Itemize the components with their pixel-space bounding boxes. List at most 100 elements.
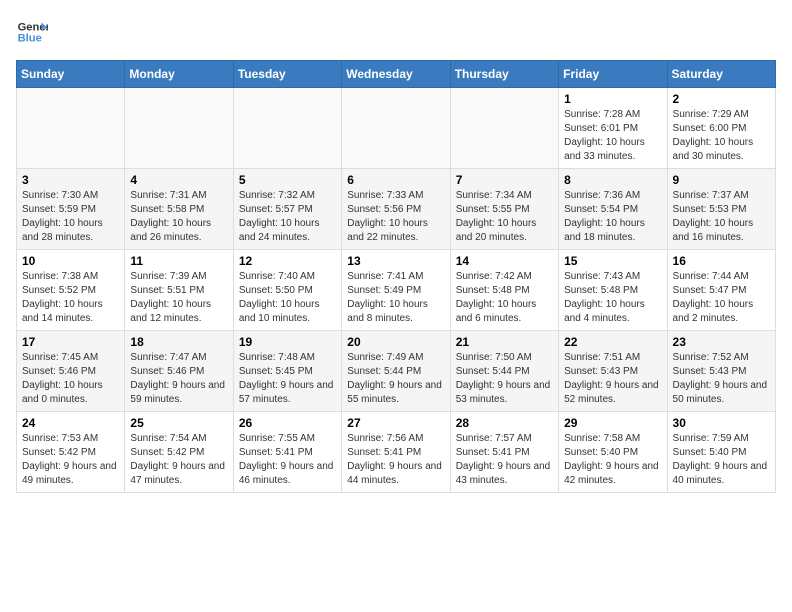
week-row-3: 10 Sunrise: 7:38 AM Sunset: 5:52 PM Dayli… [17,250,776,331]
day-info: Sunrise: 7:38 AM Sunset: 5:52 PM Dayligh… [22,270,119,326]
calendar-cell: 18 Sunrise: 7:47 AM Sunset: 5:46 PM Dayli… [125,331,233,412]
calendar-cell: 7Sunrise: 7:34 AM Sunset: 5:55 PM Daylig… [450,169,558,250]
svg-text:Blue: Blue [18,33,42,45]
calendar-cell: 1 Sunrise: 7:28 AM Sunset: 6:01 PM Daylig… [559,88,667,169]
calendar-cell [125,88,233,169]
day-number: 27 [347,416,444,430]
weekday-header-monday: Monday [125,61,233,88]
calendar-cell: 27 Sunrise: 7:56 AM Sunset: 5:41 PM Dayli… [342,412,450,493]
week-row-1: 1 Sunrise: 7:28 AM Sunset: 6:01 PM Daylig… [17,88,776,169]
day-number: 28 [456,416,553,430]
day-info: Sunrise: 7:43 AM Sunset: 5:48 PM Dayligh… [564,270,661,326]
calendar-cell: 30 Sunrise: 7:59 AM Sunset: 5:40 PM Dayli… [667,412,775,493]
weekday-header-wednesday: Wednesday [342,61,450,88]
day-info: Sunrise: 7:30 AM Sunset: 5:59 PM Dayligh… [22,189,119,245]
calendar-cell [17,88,125,169]
day-number: 19 [239,335,336,349]
calendar-cell: 20Sunrise: 7:49 AM Sunset: 5:44 PM Dayli… [342,331,450,412]
day-number: 15 [564,254,661,268]
week-row-5: 24Sunrise: 7:53 AM Sunset: 5:42 PM Dayli… [17,412,776,493]
day-info: Sunrise: 7:31 AM Sunset: 5:58 PM Dayligh… [130,189,227,245]
calendar-cell: 29 Sunrise: 7:58 AM Sunset: 5:40 PM Dayli… [559,412,667,493]
day-number: 8 [564,173,661,187]
day-info: Sunrise: 7:40 AM Sunset: 5:50 PM Dayligh… [239,270,336,326]
day-number: 11 [130,254,227,268]
calendar-cell: 21 Sunrise: 7:50 AM Sunset: 5:44 PM Dayli… [450,331,558,412]
calendar-cell [450,88,558,169]
day-number: 4 [130,173,227,187]
day-number: 12 [239,254,336,268]
day-number: 16 [673,254,770,268]
day-info: Sunrise: 7:32 AM Sunset: 5:57 PM Dayligh… [239,189,336,245]
calendar-header: SundayMondayTuesdayWednesdayThursdayFrid… [17,61,776,88]
calendar-cell: 5 Sunrise: 7:32 AM Sunset: 5:57 PM Daylig… [233,169,341,250]
day-number: 29 [564,416,661,430]
calendar-cell: 6 Sunrise: 7:33 AM Sunset: 5:56 PM Daylig… [342,169,450,250]
day-number: 10 [22,254,119,268]
calendar-cell: 28 Sunrise: 7:57 AM Sunset: 5:41 PM Dayli… [450,412,558,493]
calendar-table: SundayMondayTuesdayWednesdayThursdayFrid… [16,60,776,493]
day-number: 21 [456,335,553,349]
day-number: 5 [239,173,336,187]
day-info: Sunrise: 7:55 AM Sunset: 5:41 PM Dayligh… [239,432,336,488]
day-info: Sunrise: 7:34 AM Sunset: 5:55 PM Dayligh… [456,189,553,245]
day-info: Sunrise: 7:39 AM Sunset: 5:51 PM Dayligh… [130,270,227,326]
day-info: Sunrise: 7:47 AM Sunset: 5:46 PM Dayligh… [130,351,227,407]
day-number: 26 [239,416,336,430]
weekday-header-tuesday: Tuesday [233,61,341,88]
day-info: Sunrise: 7:58 AM Sunset: 5:40 PM Dayligh… [564,432,661,488]
calendar-cell: 11 Sunrise: 7:39 AM Sunset: 5:51 PM Dayli… [125,250,233,331]
day-number: 30 [673,416,770,430]
calendar-cell: 3 Sunrise: 7:30 AM Sunset: 5:59 PM Daylig… [17,169,125,250]
calendar-cell: 22 Sunrise: 7:51 AM Sunset: 5:43 PM Dayli… [559,331,667,412]
weekday-header-saturday: Saturday [667,61,775,88]
weekday-header-friday: Friday [559,61,667,88]
calendar-cell [342,88,450,169]
day-info: Sunrise: 7:36 AM Sunset: 5:54 PM Dayligh… [564,189,661,245]
calendar-cell: 14Sunrise: 7:42 AM Sunset: 5:48 PM Dayli… [450,250,558,331]
calendar-cell: 19 Sunrise: 7:48 AM Sunset: 5:45 PM Dayli… [233,331,341,412]
day-number: 2 [673,92,770,106]
day-info: Sunrise: 7:53 AM Sunset: 5:42 PM Dayligh… [22,432,119,488]
day-number: 3 [22,173,119,187]
calendar-cell: 12 Sunrise: 7:40 AM Sunset: 5:50 PM Dayli… [233,250,341,331]
day-info: Sunrise: 7:28 AM Sunset: 6:01 PM Dayligh… [564,108,661,164]
calendar-cell: 10 Sunrise: 7:38 AM Sunset: 5:52 PM Dayli… [17,250,125,331]
day-info: Sunrise: 7:56 AM Sunset: 5:41 PM Dayligh… [347,432,444,488]
day-number: 17 [22,335,119,349]
day-number: 13 [347,254,444,268]
day-number: 22 [564,335,661,349]
day-number: 14 [456,254,553,268]
day-info: Sunrise: 7:44 AM Sunset: 5:47 PM Dayligh… [673,270,770,326]
day-info: Sunrise: 7:59 AM Sunset: 5:40 PM Dayligh… [673,432,770,488]
logo: General Blue [16,16,48,48]
day-info: Sunrise: 7:48 AM Sunset: 5:45 PM Dayligh… [239,351,336,407]
day-number: 6 [347,173,444,187]
calendar-cell: 24Sunrise: 7:53 AM Sunset: 5:42 PM Dayli… [17,412,125,493]
calendar-cell [233,88,341,169]
calendar-cell: 2Sunrise: 7:29 AM Sunset: 6:00 PM Daylig… [667,88,775,169]
day-info: Sunrise: 7:45 AM Sunset: 5:46 PM Dayligh… [22,351,119,407]
day-number: 23 [673,335,770,349]
day-info: Sunrise: 7:33 AM Sunset: 5:56 PM Dayligh… [347,189,444,245]
week-row-2: 3 Sunrise: 7:30 AM Sunset: 5:59 PM Daylig… [17,169,776,250]
calendar-cell: 23 Sunrise: 7:52 AM Sunset: 5:43 PM Dayli… [667,331,775,412]
day-number: 9 [673,173,770,187]
day-info: Sunrise: 7:57 AM Sunset: 5:41 PM Dayligh… [456,432,553,488]
week-row-4: 17 Sunrise: 7:45 AM Sunset: 5:46 PM Dayli… [17,331,776,412]
day-info: Sunrise: 7:37 AM Sunset: 5:53 PM Dayligh… [673,189,770,245]
day-info: Sunrise: 7:49 AM Sunset: 5:44 PM Dayligh… [347,351,444,407]
calendar-cell: 4 Sunrise: 7:31 AM Sunset: 5:58 PM Daylig… [125,169,233,250]
calendar-cell: 25 Sunrise: 7:54 AM Sunset: 5:42 PM Dayli… [125,412,233,493]
day-info: Sunrise: 7:52 AM Sunset: 5:43 PM Dayligh… [673,351,770,407]
day-number: 18 [130,335,227,349]
calendar-cell: 9 Sunrise: 7:37 AM Sunset: 5:53 PM Daylig… [667,169,775,250]
day-number: 25 [130,416,227,430]
calendar-cell: 8 Sunrise: 7:36 AM Sunset: 5:54 PM Daylig… [559,169,667,250]
day-number: 1 [564,92,661,106]
calendar-cell: 17 Sunrise: 7:45 AM Sunset: 5:46 PM Dayli… [17,331,125,412]
calendar-cell: 13Sunrise: 7:41 AM Sunset: 5:49 PM Dayli… [342,250,450,331]
day-info: Sunrise: 7:51 AM Sunset: 5:43 PM Dayligh… [564,351,661,407]
day-info: Sunrise: 7:54 AM Sunset: 5:42 PM Dayligh… [130,432,227,488]
day-info: Sunrise: 7:50 AM Sunset: 5:44 PM Dayligh… [456,351,553,407]
